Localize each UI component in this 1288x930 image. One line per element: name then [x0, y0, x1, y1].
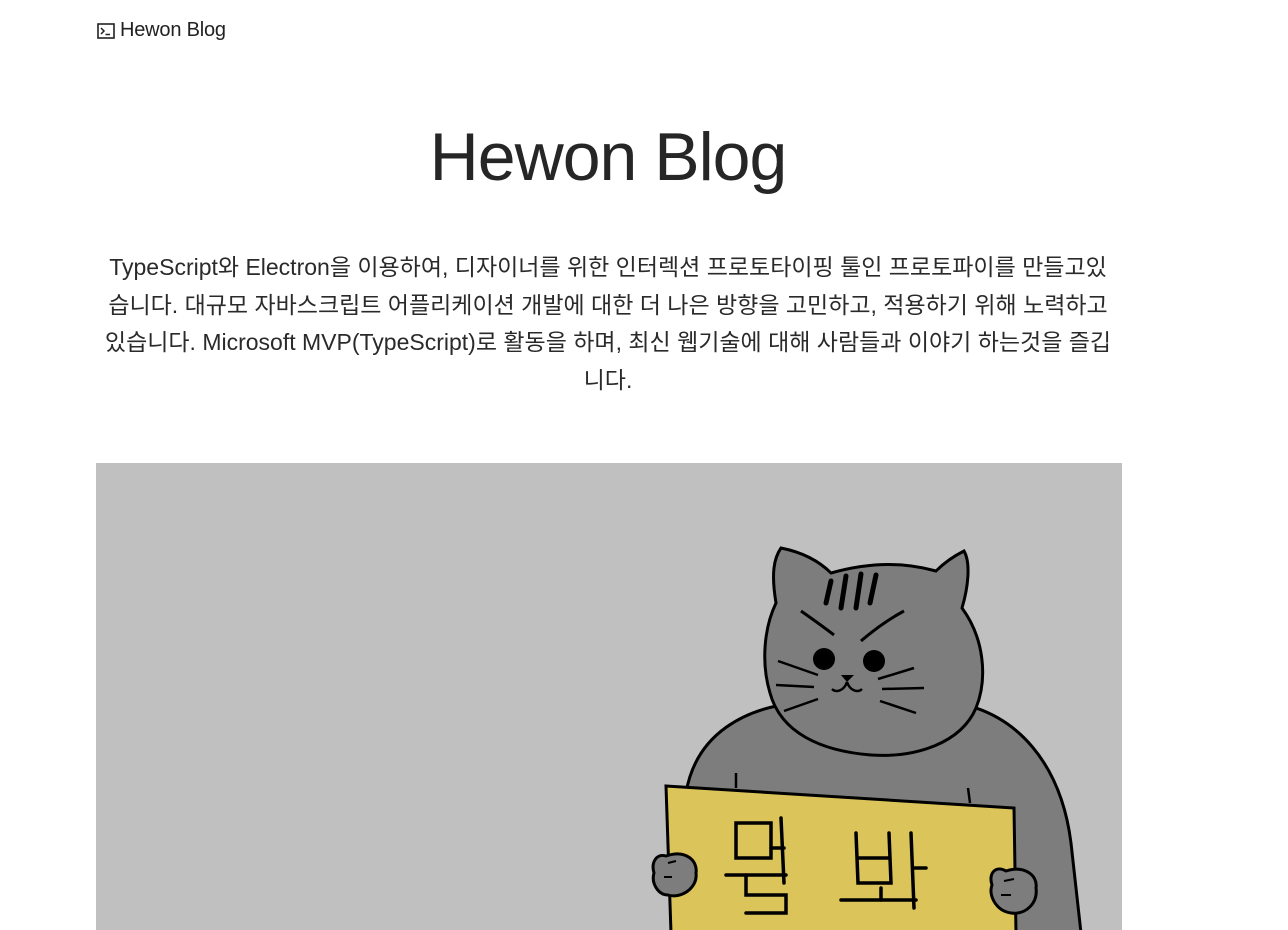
page-title: Hewon Blog [429, 119, 788, 195]
cover-image [96, 463, 1122, 930]
cat-eye-right [863, 650, 885, 672]
home-link[interactable]: Hewon Blog [97, 19, 226, 42]
page: Hewon Blog Hewon Blog TypeScript와 Electr… [0, 0, 1288, 930]
cat-paw-left [651, 852, 698, 898]
site-brand: Hewon Blog [120, 19, 226, 41]
cat-eye-left [813, 648, 835, 670]
cat-paw-right [989, 867, 1038, 915]
terminal-icon [97, 22, 115, 40]
intro-text: TypeScript와 Electron을 이용하여, 디자이너를 위한 인터렉… [104, 254, 1112, 393]
protest-sign [664, 784, 1018, 930]
cat-illustration [651, 546, 1083, 930]
